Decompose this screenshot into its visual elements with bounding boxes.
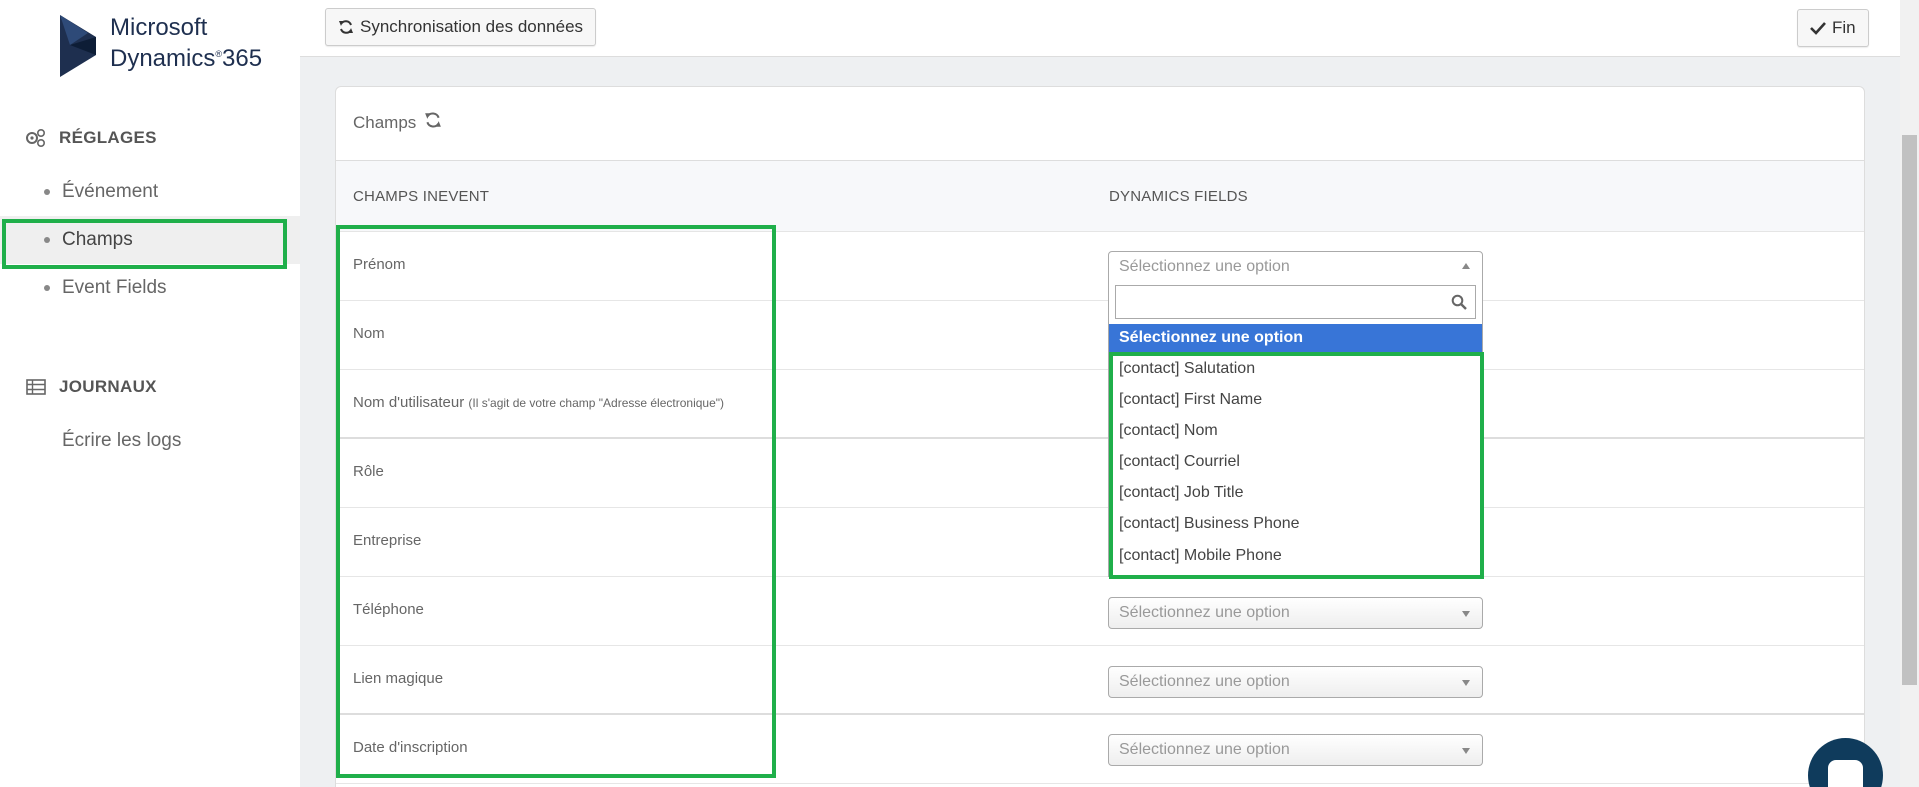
refresh-icon	[338, 19, 354, 35]
dynamics-logo: Microsoft Dynamics®365	[58, 15, 262, 77]
gears-icon	[25, 127, 47, 149]
chat-icon	[1828, 760, 1863, 787]
logo-line2: Dynamics	[110, 45, 216, 72]
logo-line1: Microsoft	[110, 14, 208, 41]
select-value: Sélectionnez une option	[1119, 604, 1290, 621]
highlight-dropdown-options	[1109, 352, 1484, 579]
refresh-icon[interactable]	[424, 111, 442, 134]
section-settings: RÉGLAGES	[25, 127, 157, 149]
check-icon	[1810, 21, 1826, 35]
top-toolbar: Synchronisation des données Fin	[300, 0, 1900, 57]
sidebar-item-label: Event Fields	[62, 277, 167, 298]
select-value: Sélectionnez une option	[1119, 258, 1290, 275]
dropdown-search-input[interactable]	[1115, 285, 1476, 319]
done-button-label: Fin	[1832, 18, 1856, 37]
select-value: Sélectionnez une option	[1119, 741, 1290, 758]
card-title-text: Champs	[353, 112, 417, 132]
section-logs: JOURNAUX	[25, 376, 157, 398]
sidebar-item-event-fields[interactable]: Event Fields	[0, 264, 300, 312]
col-header-dynamics: DYNAMICS FIELDS	[1109, 188, 1248, 205]
col-header-inevent: CHAMPS INEVENT	[353, 188, 490, 205]
chevron-down-icon	[1462, 748, 1470, 754]
bullet-icon	[44, 285, 50, 291]
sidebar-item-label: Écrire les logs	[62, 430, 182, 451]
dynamics-logo-icon	[60, 15, 96, 77]
sync-button-label: Synchronisation des données	[360, 17, 584, 36]
page-scrollbar-thumb[interactable]	[1902, 135, 1917, 685]
dynamics-field-select[interactable]: Sélectionnez une option	[1108, 251, 1483, 283]
bullet-icon	[44, 189, 50, 195]
highlight-sidebar-champs	[2, 219, 287, 269]
section-settings-label: RÉGLAGES	[59, 128, 157, 147]
dynamics-field-select[interactable]: Sélectionnez une option	[1108, 666, 1483, 698]
highlight-inevent-fields	[336, 225, 776, 778]
dynamics-field-select[interactable]: Sélectionnez une option	[1108, 734, 1483, 766]
card-title: Champs	[353, 111, 442, 134]
dynamics-field-select[interactable]: Sélectionnez une option	[1108, 597, 1483, 629]
table-icon	[25, 376, 47, 398]
sidebar-item-label: Événement	[62, 181, 159, 202]
section-logs-label: JOURNAUX	[59, 377, 157, 396]
sidebar-item-ecrire-logs[interactable]: Écrire les logs	[0, 417, 300, 465]
chevron-down-icon	[1462, 680, 1470, 686]
done-button[interactable]: Fin	[1797, 9, 1869, 47]
table-header: CHAMPS INEVENT DYNAMICS FIELDS	[336, 160, 1864, 232]
dropdown-option-placeholder[interactable]: Sélectionnez une option	[1109, 324, 1482, 355]
chevron-up-icon	[1462, 263, 1470, 269]
sync-button[interactable]: Synchronisation des données	[325, 8, 597, 46]
chevron-down-icon	[1462, 611, 1470, 617]
sidebar: Microsoft Dynamics®365 RÉGLAGES Événemen…	[0, 0, 300, 787]
sidebar-item-evenement[interactable]: Événement	[0, 168, 300, 216]
search-icon	[1451, 294, 1467, 315]
select-value: Sélectionnez une option	[1119, 673, 1290, 690]
logo-registered: ®	[215, 49, 222, 59]
logo-line2b: 365	[222, 45, 263, 72]
